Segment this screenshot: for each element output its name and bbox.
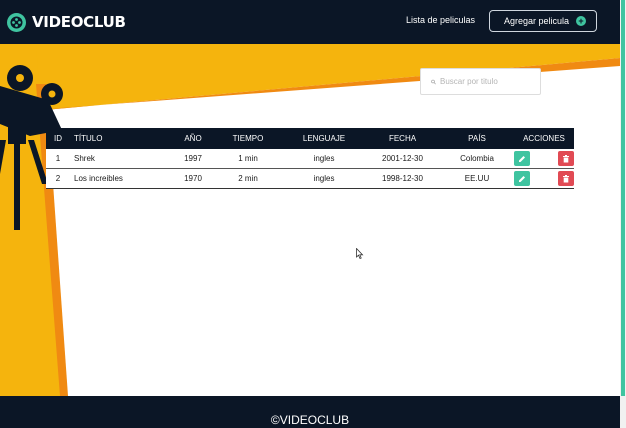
cell-time: 2 min [238, 174, 258, 183]
movie-list-link[interactable]: Lista de peliculas [406, 15, 475, 25]
footer-copyright: ©VIDEOCLUB [270, 413, 350, 427]
search-box[interactable] [420, 68, 541, 95]
add-movie-button[interactable]: Agregar pelicula + [489, 10, 597, 32]
table-header: ID TÍTULO AÑO TIEMPO LENGUAJE FECHA PAÍS… [46, 128, 574, 149]
film-reel-icon [7, 12, 26, 32]
trash-icon [563, 154, 569, 162]
movies-table: ID TÍTULO AÑO TIEMPO LENGUAJE FECHA PAÍS… [46, 128, 574, 189]
cell-language: ingles [313, 174, 335, 183]
table-row: 1 Shrek 1997 1 min ingles 2001-12-30 Col… [46, 149, 574, 169]
trash-icon [563, 174, 569, 182]
cell-title: Los increibles [74, 174, 123, 183]
pencil-icon [519, 155, 525, 162]
plus-circle-icon: + [576, 16, 586, 26]
cell-actions [514, 151, 574, 166]
header-country: PAÍS [468, 134, 486, 143]
cell-date: 1998-12-30 [382, 174, 423, 183]
cell-title: Shrek [74, 154, 95, 163]
header-year: AÑO [184, 134, 202, 143]
header-id: ID [54, 134, 62, 143]
mouse-cursor-icon [356, 248, 364, 260]
cell-year: 1997 [184, 154, 202, 163]
header-date: FECHA [388, 134, 417, 143]
add-movie-label: Agregar pelicula [504, 16, 570, 26]
edit-button[interactable] [514, 151, 530, 166]
search-icon [431, 79, 436, 84]
cell-country: EE.UU [464, 174, 490, 183]
cell-year: 1970 [184, 174, 202, 183]
brand[interactable]: VIDEOCLUB [7, 12, 126, 32]
cell-id: 1 [55, 154, 61, 163]
header-actions: ACCIONES [523, 134, 565, 143]
header-language: LENGUAJE [302, 134, 346, 143]
cell-id: 2 [55, 174, 61, 183]
table-row: 2 Los increibles 1970 2 min ingles 1998-… [46, 169, 574, 189]
scrollbar-thumb[interactable] [621, 0, 625, 396]
delete-button[interactable] [558, 171, 574, 186]
header-time: TIEMPO [232, 134, 264, 143]
header-title: TÍTULO [74, 134, 103, 143]
edit-button[interactable] [514, 171, 530, 186]
search-input[interactable] [440, 77, 540, 86]
cell-actions [514, 171, 574, 186]
cell-country: Colombia [460, 154, 494, 163]
navbar: VIDEOCLUB Lista de peliculas Agregar pel… [0, 0, 620, 44]
brand-name: VIDEOCLUB [32, 13, 126, 31]
pencil-icon [519, 175, 525, 182]
cell-time: 1 min [238, 154, 258, 163]
background-decoration [0, 44, 620, 396]
footer: ©VIDEOCLUB [0, 396, 620, 428]
cell-date: 2001-12-30 [382, 154, 423, 163]
delete-button[interactable] [558, 151, 574, 166]
cell-language: ingles [313, 154, 335, 163]
